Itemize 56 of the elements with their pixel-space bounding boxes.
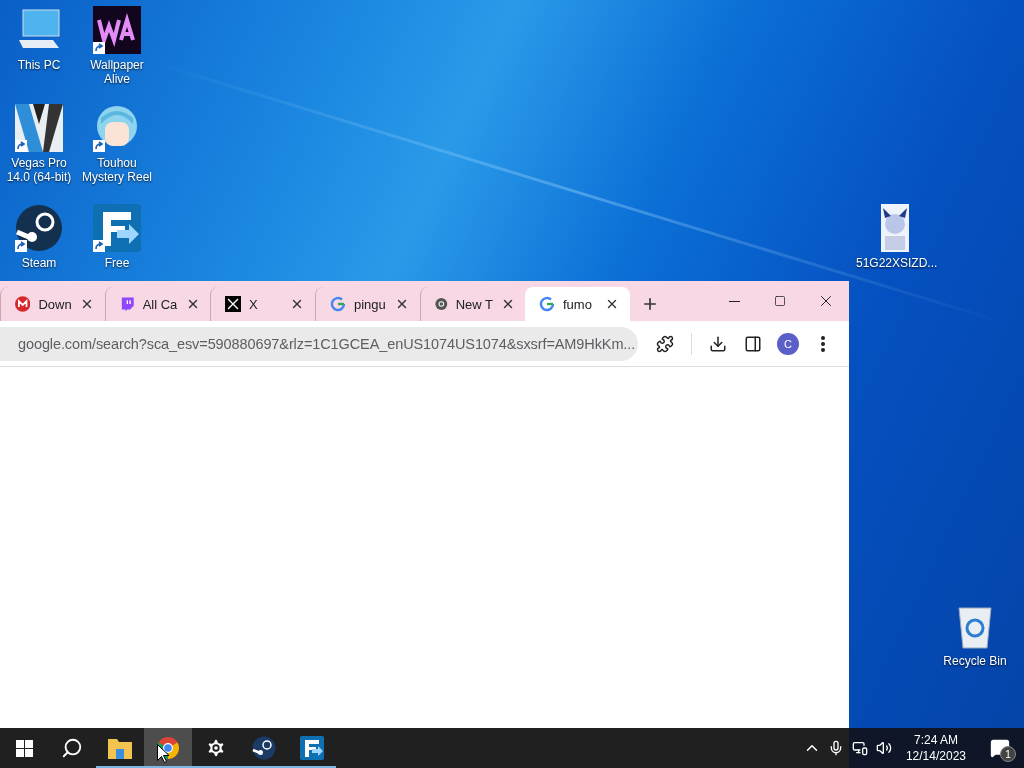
close-icon	[605, 297, 619, 311]
icon-label: Vegas Pro 14.0 (64-bit)	[5, 156, 73, 184]
clock-date: 12/14/2023	[905, 748, 966, 764]
browser-tab[interactable]: X	[210, 287, 315, 321]
chrome-icon	[435, 296, 448, 312]
vegas-pro-icon	[15, 104, 63, 152]
profile-avatar[interactable]: C	[777, 332, 799, 355]
side-panel-icon	[743, 334, 762, 353]
icon-label: Free	[103, 256, 131, 270]
minimize-icon	[728, 300, 740, 302]
browser-tab[interactable]: All Ca	[105, 287, 210, 321]
tab-title: All Ca	[142, 296, 178, 312]
icon-label: Wallpaper Alive	[89, 58, 145, 86]
icon-label: Steam	[20, 256, 58, 270]
url-text: google.com/search?sca_esv=590880697&rlz=1C1GCEA_enUS1074US1074&sxsrf=AM9HkKm...	[18, 335, 636, 352]
tab-title: pingu	[354, 296, 386, 312]
icon-label: This PC	[16, 58, 62, 72]
menu-icon	[821, 335, 826, 352]
steam-icon	[15, 204, 63, 252]
browser-tab[interactable]: Down	[0, 287, 105, 321]
settings-icon	[205, 737, 227, 759]
google-icon	[330, 296, 346, 312]
close-icon	[290, 297, 304, 311]
tab-title: X	[249, 296, 259, 312]
google-icon	[539, 296, 555, 312]
steam-icon	[252, 736, 276, 760]
folder-icon	[108, 737, 132, 759]
icon-label: Recycle Bin	[942, 654, 1008, 668]
download-icon	[708, 334, 727, 353]
notifications-button[interactable]: 1	[976, 728, 1024, 768]
address-bar[interactable]: google.com/search?sca_esv=590880697&rlz=1C1GCEA_enUS1074US1074&sxsrf=AM9HkKm...	[0, 326, 638, 361]
icon-label: Touhou Mystery Reel	[81, 156, 153, 184]
browser-tab[interactable]: fumo	[525, 287, 630, 321]
mega-icon	[15, 296, 31, 312]
monitor-icon	[851, 740, 868, 756]
free-download-icon	[93, 204, 141, 252]
close-icon	[395, 297, 409, 311]
twitch-icon	[120, 296, 135, 312]
x-logo-icon	[225, 296, 241, 312]
tab-title: fumo	[563, 296, 593, 312]
speaker-icon	[875, 740, 892, 756]
close-icon	[501, 297, 515, 311]
clock-time: 7:24 AM	[913, 732, 958, 748]
mouse-cursor-icon	[157, 744, 169, 763]
plus-icon	[641, 295, 659, 313]
windows-logo-icon	[15, 739, 33, 757]
free-download-icon	[300, 736, 324, 760]
search-icon	[61, 737, 83, 759]
taskbar-app-button[interactable]	[144, 728, 192, 768]
tab-title: New T	[455, 296, 493, 312]
maximize-icon	[774, 295, 786, 307]
wallpaper-alive-icon	[93, 6, 141, 54]
tab-title: Down	[38, 296, 72, 312]
puzzle-piece-icon	[656, 334, 675, 353]
browser-tab[interactable]: pingu	[315, 287, 420, 321]
notification-count: 1	[1000, 746, 1016, 762]
